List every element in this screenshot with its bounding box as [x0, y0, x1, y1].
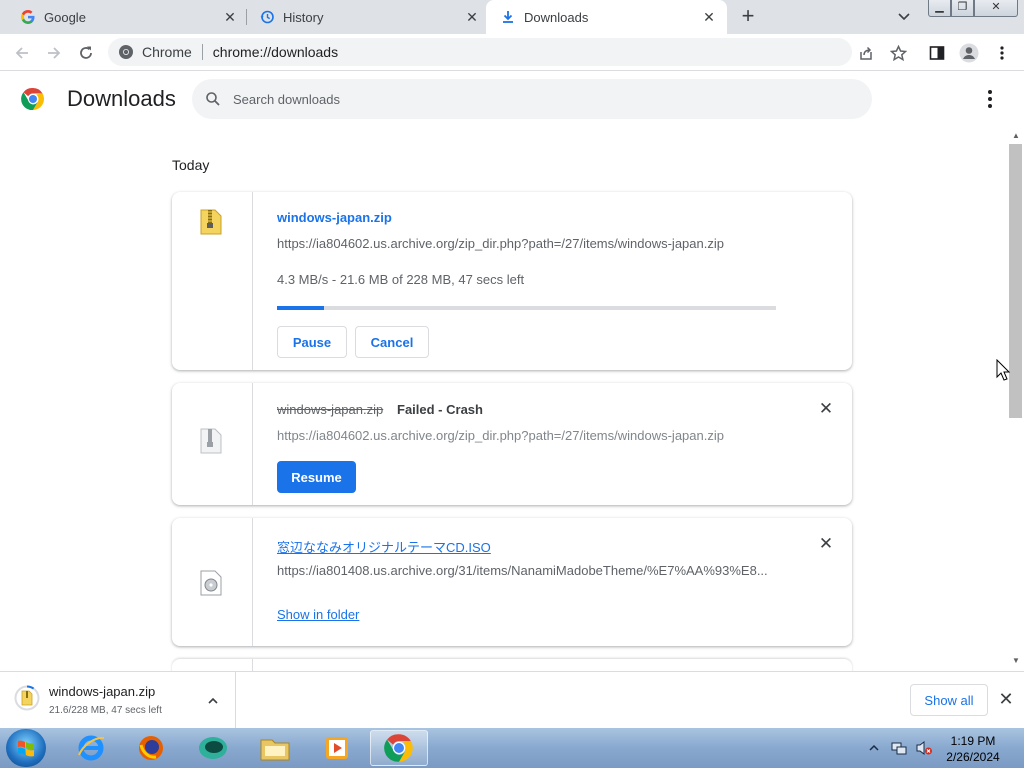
file-url: https://ia804602.us.archive.org/zip_dir.… — [277, 428, 724, 443]
chevron-up-icon[interactable] — [206, 694, 220, 708]
side-panel-icon[interactable] — [928, 44, 946, 62]
shelf-download-item[interactable]: windows-japan.zip 21.6/228 MB, 47 secs l… — [0, 672, 236, 729]
download-card-complete: 窓辺ななみオリジナルテーマCD.ISO ✕ https://ia801408.u… — [172, 518, 852, 646]
window-close-button[interactable]: ✕ — [974, 0, 1018, 17]
shelf-file-status: 21.6/228 MB, 47 secs left — [49, 705, 162, 716]
minimize-button[interactable]: ▁ — [928, 0, 951, 17]
close-icon[interactable]: ✕ — [464, 9, 480, 25]
file-name-link: windows-japan.zip — [277, 402, 384, 417]
chrome-logo-icon — [21, 87, 45, 111]
tab-label: Downloads — [524, 9, 589, 25]
media-player-icon[interactable] — [312, 730, 362, 766]
chrome-taskbar-icon[interactable] — [370, 730, 428, 766]
mouse-cursor-icon — [996, 358, 1011, 381]
firefox-icon[interactable] — [126, 730, 176, 766]
windows-taskbar: 1:19 PM 2/26/2024 — [0, 728, 1024, 768]
file-explorer-icon[interactable] — [250, 730, 300, 766]
address-bar[interactable]: Chrome chrome://downloads — [108, 38, 852, 66]
zip-file-icon — [197, 208, 225, 238]
file-url: https://ia804602.us.archive.org/zip_dir.… — [277, 236, 724, 251]
history-icon — [259, 9, 275, 25]
scrollbar-thumb[interactable] — [1009, 144, 1022, 418]
share-icon[interactable] — [857, 44, 875, 62]
url-text[interactable]: chrome://downloads — [213, 44, 338, 60]
disc-image-file-icon — [197, 569, 225, 599]
zip-progress-icon — [14, 685, 40, 711]
close-icon[interactable]: ✕ — [222, 9, 238, 25]
date-header: Today — [172, 157, 210, 173]
start-button[interactable] — [6, 729, 46, 767]
clock-time: 1:19 PM — [950, 734, 996, 748]
scroll-up-arrow-icon[interactable]: ▲ — [1011, 131, 1021, 141]
file-url: https://ia801408.us.archive.org/31/items… — [277, 563, 768, 578]
site-chip[interactable]: Chrome — [118, 44, 192, 60]
resume-button[interactable]: Resume — [277, 461, 356, 493]
tab-label: History — [283, 9, 324, 25]
download-icon — [500, 9, 516, 25]
chrome-icon — [119, 45, 133, 59]
messenger-icon[interactable] — [188, 730, 238, 766]
close-icon[interactable]: ✕ — [701, 9, 717, 25]
tab-history[interactable]: History ✕ — [239, 0, 486, 34]
tab-search-chevron-icon[interactable] — [896, 8, 912, 24]
new-tab-button[interactable]: + — [738, 5, 758, 27]
shelf-file-name: windows-japan.zip — [49, 684, 156, 699]
clock-date: 2/26/2024 — [946, 750, 1000, 764]
system-clock[interactable]: 1:19 PM 2/26/2024 — [940, 733, 1006, 765]
tab-label: Google — [44, 9, 86, 25]
scroll-down-arrow-icon[interactable]: ▼ — [1011, 656, 1021, 666]
tab-strip: Google ✕ History ✕ Downloads ✕ + ▁ ❐ ✕ — [0, 0, 1024, 34]
profile-avatar-icon[interactable] — [958, 42, 980, 64]
file-name-link[interactable]: windows-japan.zip — [277, 210, 392, 225]
back-arrow-icon[interactable] — [11, 42, 33, 64]
file-name-link[interactable]: 窓辺ななみオリジナルテーマCD.ISO — [277, 537, 491, 556]
cancel-button[interactable]: Cancel — [355, 326, 429, 358]
forward-arrow-icon[interactable] — [43, 42, 65, 64]
progress-bar — [277, 306, 776, 310]
remove-close-icon[interactable]: ✕ — [816, 534, 836, 554]
remove-close-icon[interactable]: ✕ — [816, 399, 836, 419]
network-icon[interactable] — [891, 740, 907, 756]
maximize-button[interactable]: ❐ — [951, 0, 974, 17]
downloads-menu-icon[interactable] — [980, 88, 1000, 110]
tab-downloads[interactable]: Downloads ✕ — [486, 0, 727, 34]
close-shelf-icon[interactable]: ✕ — [996, 689, 1016, 709]
download-shelf: windows-japan.zip 21.6/228 MB, 47 secs l… — [0, 671, 1024, 729]
site-chip-label: Chrome — [142, 44, 192, 60]
reload-icon[interactable] — [75, 42, 97, 64]
volume-muted-icon[interactable] — [915, 740, 932, 756]
bookmark-star-icon[interactable] — [889, 44, 907, 62]
page-title: Downloads — [67, 86, 176, 111]
progress-bar-fill — [277, 306, 325, 310]
google-icon — [20, 9, 36, 25]
show-in-folder-link[interactable]: Show in folder — [277, 607, 359, 622]
zip-file-icon — [197, 427, 225, 457]
chrome-menu-icon[interactable] — [993, 44, 1011, 62]
progress-status: 4.3 MB/s - 21.6 MB of 228 MB, 47 secs le… — [277, 272, 525, 287]
browser-toolbar: Chrome chrome://downloads — [0, 34, 1024, 71]
pause-button[interactable]: Pause — [277, 326, 347, 358]
omnibox-divider — [201, 44, 203, 60]
show-all-button[interactable]: Show all — [910, 684, 988, 716]
failed-status: Failed - Crash — [397, 402, 483, 417]
show-hidden-icons-arrow-icon[interactable] — [868, 740, 884, 756]
download-card-in-progress: windows-japan.zip https://ia804602.us.ar… — [172, 192, 852, 370]
download-card-failed: windows-japan.zip Failed - Crash ✕ https… — [172, 383, 852, 505]
tab-google[interactable]: Google ✕ — [0, 0, 246, 34]
search-input[interactable] — [233, 91, 833, 107]
search-downloads-box[interactable] — [192, 79, 872, 119]
internet-explorer-icon[interactable] — [66, 730, 116, 766]
search-icon — [205, 91, 221, 107]
